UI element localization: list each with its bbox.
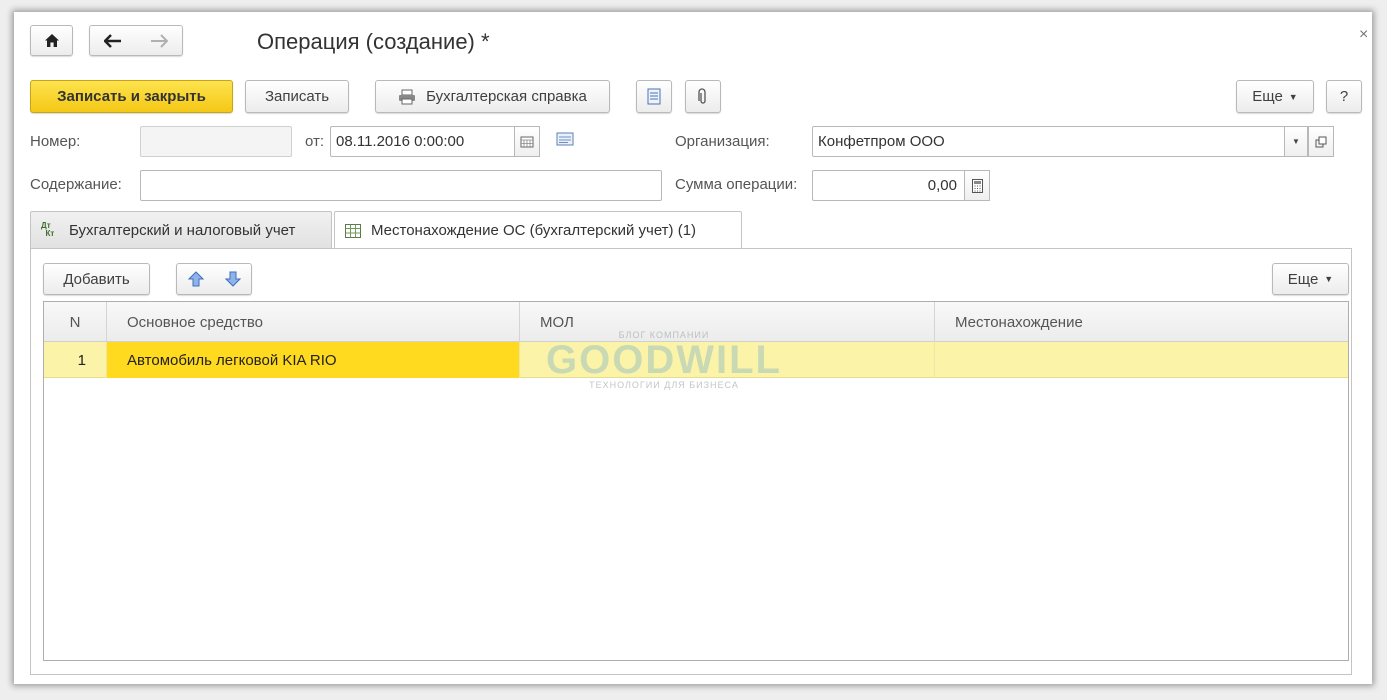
history-nav: [89, 25, 183, 56]
save-button[interactable]: Записать: [245, 80, 349, 113]
date-label: от:: [305, 133, 325, 150]
paperclip-icon: [698, 87, 706, 104]
document-button[interactable]: [636, 80, 672, 113]
content-label: Содержание:: [30, 176, 122, 193]
close-icon[interactable]: ×: [1359, 26, 1368, 44]
organization-open-button[interactable]: [1308, 126, 1334, 157]
debit-credit-icon: Дт Кт: [41, 221, 55, 238]
table-more-label: Еще: [1287, 270, 1319, 288]
cell-asset[interactable]: Автомобиль легковой KIA RIO: [107, 342, 520, 378]
organization-field[interactable]: Конфетпром ООО ▼: [812, 126, 1308, 157]
column-header-mol[interactable]: МОЛ: [520, 302, 935, 342]
sum-value: 0,00: [927, 177, 957, 194]
home-button[interactable]: [30, 25, 73, 56]
organization-label: Организация:: [675, 133, 770, 150]
caret-down-icon: ▼: [1292, 137, 1300, 146]
calculator-icon: [971, 178, 983, 193]
table-icon: [345, 223, 361, 238]
arrow-left-icon: [104, 33, 121, 48]
sum-field[interactable]: 0,00: [812, 170, 990, 201]
tab-asset-location-label: Местонахождение ОС (бухгалтерский учет) …: [371, 222, 697, 239]
document-icon: [647, 88, 661, 105]
date-info-button[interactable]: [556, 132, 574, 150]
table-row[interactable]: 1 Автомобиль легковой KIA RIO: [44, 342, 1348, 378]
table-header: N Основное средство МОЛ Местонахождение: [44, 302, 1348, 342]
caret-down-icon: ▼: [1324, 274, 1334, 284]
forward-button[interactable]: [150, 33, 168, 48]
more-button-label: Еще: [1252, 88, 1283, 105]
asset-location-table: N Основное средство МОЛ Местонахождение …: [43, 301, 1349, 661]
tab-accounting-label: Бухгалтерский и налоговый учет: [69, 221, 296, 239]
printer-icon: [399, 89, 416, 104]
cell-location[interactable]: [935, 342, 1348, 378]
add-button[interactable]: Добавить: [43, 263, 150, 295]
move-buttons: [176, 263, 252, 295]
calculator-button[interactable]: [964, 170, 990, 201]
caret-down-icon: ▼: [1288, 91, 1298, 102]
content-field[interactable]: [140, 170, 662, 201]
date-field[interactable]: 08.11.2016 0:00:00: [330, 126, 540, 157]
accounting-report-button[interactable]: Бухгалтерская справка: [375, 80, 610, 113]
organization-dropdown-button[interactable]: ▼: [1284, 126, 1308, 157]
more-button[interactable]: Еще ▼: [1236, 80, 1314, 113]
column-header-n[interactable]: N: [44, 302, 107, 342]
arrow-down-icon: [224, 271, 241, 287]
arrow-right-icon: [151, 33, 168, 48]
accounting-report-label: Бухгалтерская справка: [426, 88, 587, 105]
back-button[interactable]: [104, 33, 122, 48]
calendar-button[interactable]: [514, 126, 540, 157]
sum-label: Сумма операции:: [675, 176, 798, 193]
move-up-button[interactable]: [187, 271, 204, 287]
calendar-icon: [520, 136, 534, 147]
open-window-icon: [1315, 136, 1327, 147]
page-title: Операция (создание) *: [257, 29, 490, 54]
tab-accounting[interactable]: Дт Кт Бухгалтерский и налоговый учет: [30, 211, 332, 248]
column-header-asset[interactable]: Основное средство: [107, 302, 520, 342]
cell-n[interactable]: 1: [44, 342, 107, 378]
arrow-up-icon: [187, 271, 204, 287]
number-field[interactable]: [140, 126, 292, 157]
tab-asset-location[interactable]: Местонахождение ОС (бухгалтерский учет) …: [334, 211, 742, 249]
number-label: Номер:: [30, 133, 81, 150]
cell-mol[interactable]: [520, 342, 935, 378]
column-header-location[interactable]: Местонахождение: [935, 302, 1348, 342]
home-icon: [44, 34, 59, 47]
save-and-close-button[interactable]: Записать и закрыть: [30, 80, 233, 113]
move-down-button[interactable]: [224, 271, 241, 287]
table-more-button[interactable]: Еще ▼: [1272, 263, 1349, 295]
date-value: 08.11.2016 0:00:00: [336, 133, 465, 150]
form-window: Операция (создание) * × Записать и закры…: [14, 12, 1372, 684]
window-icon: [556, 132, 574, 146]
attachment-button[interactable]: [685, 80, 721, 113]
help-button[interactable]: ?: [1326, 80, 1362, 113]
organization-value: Конфетпром ООО: [818, 133, 945, 150]
asset-location-panel: Добавить Еще ▼ N Основное средство МОЛ М…: [30, 248, 1352, 675]
